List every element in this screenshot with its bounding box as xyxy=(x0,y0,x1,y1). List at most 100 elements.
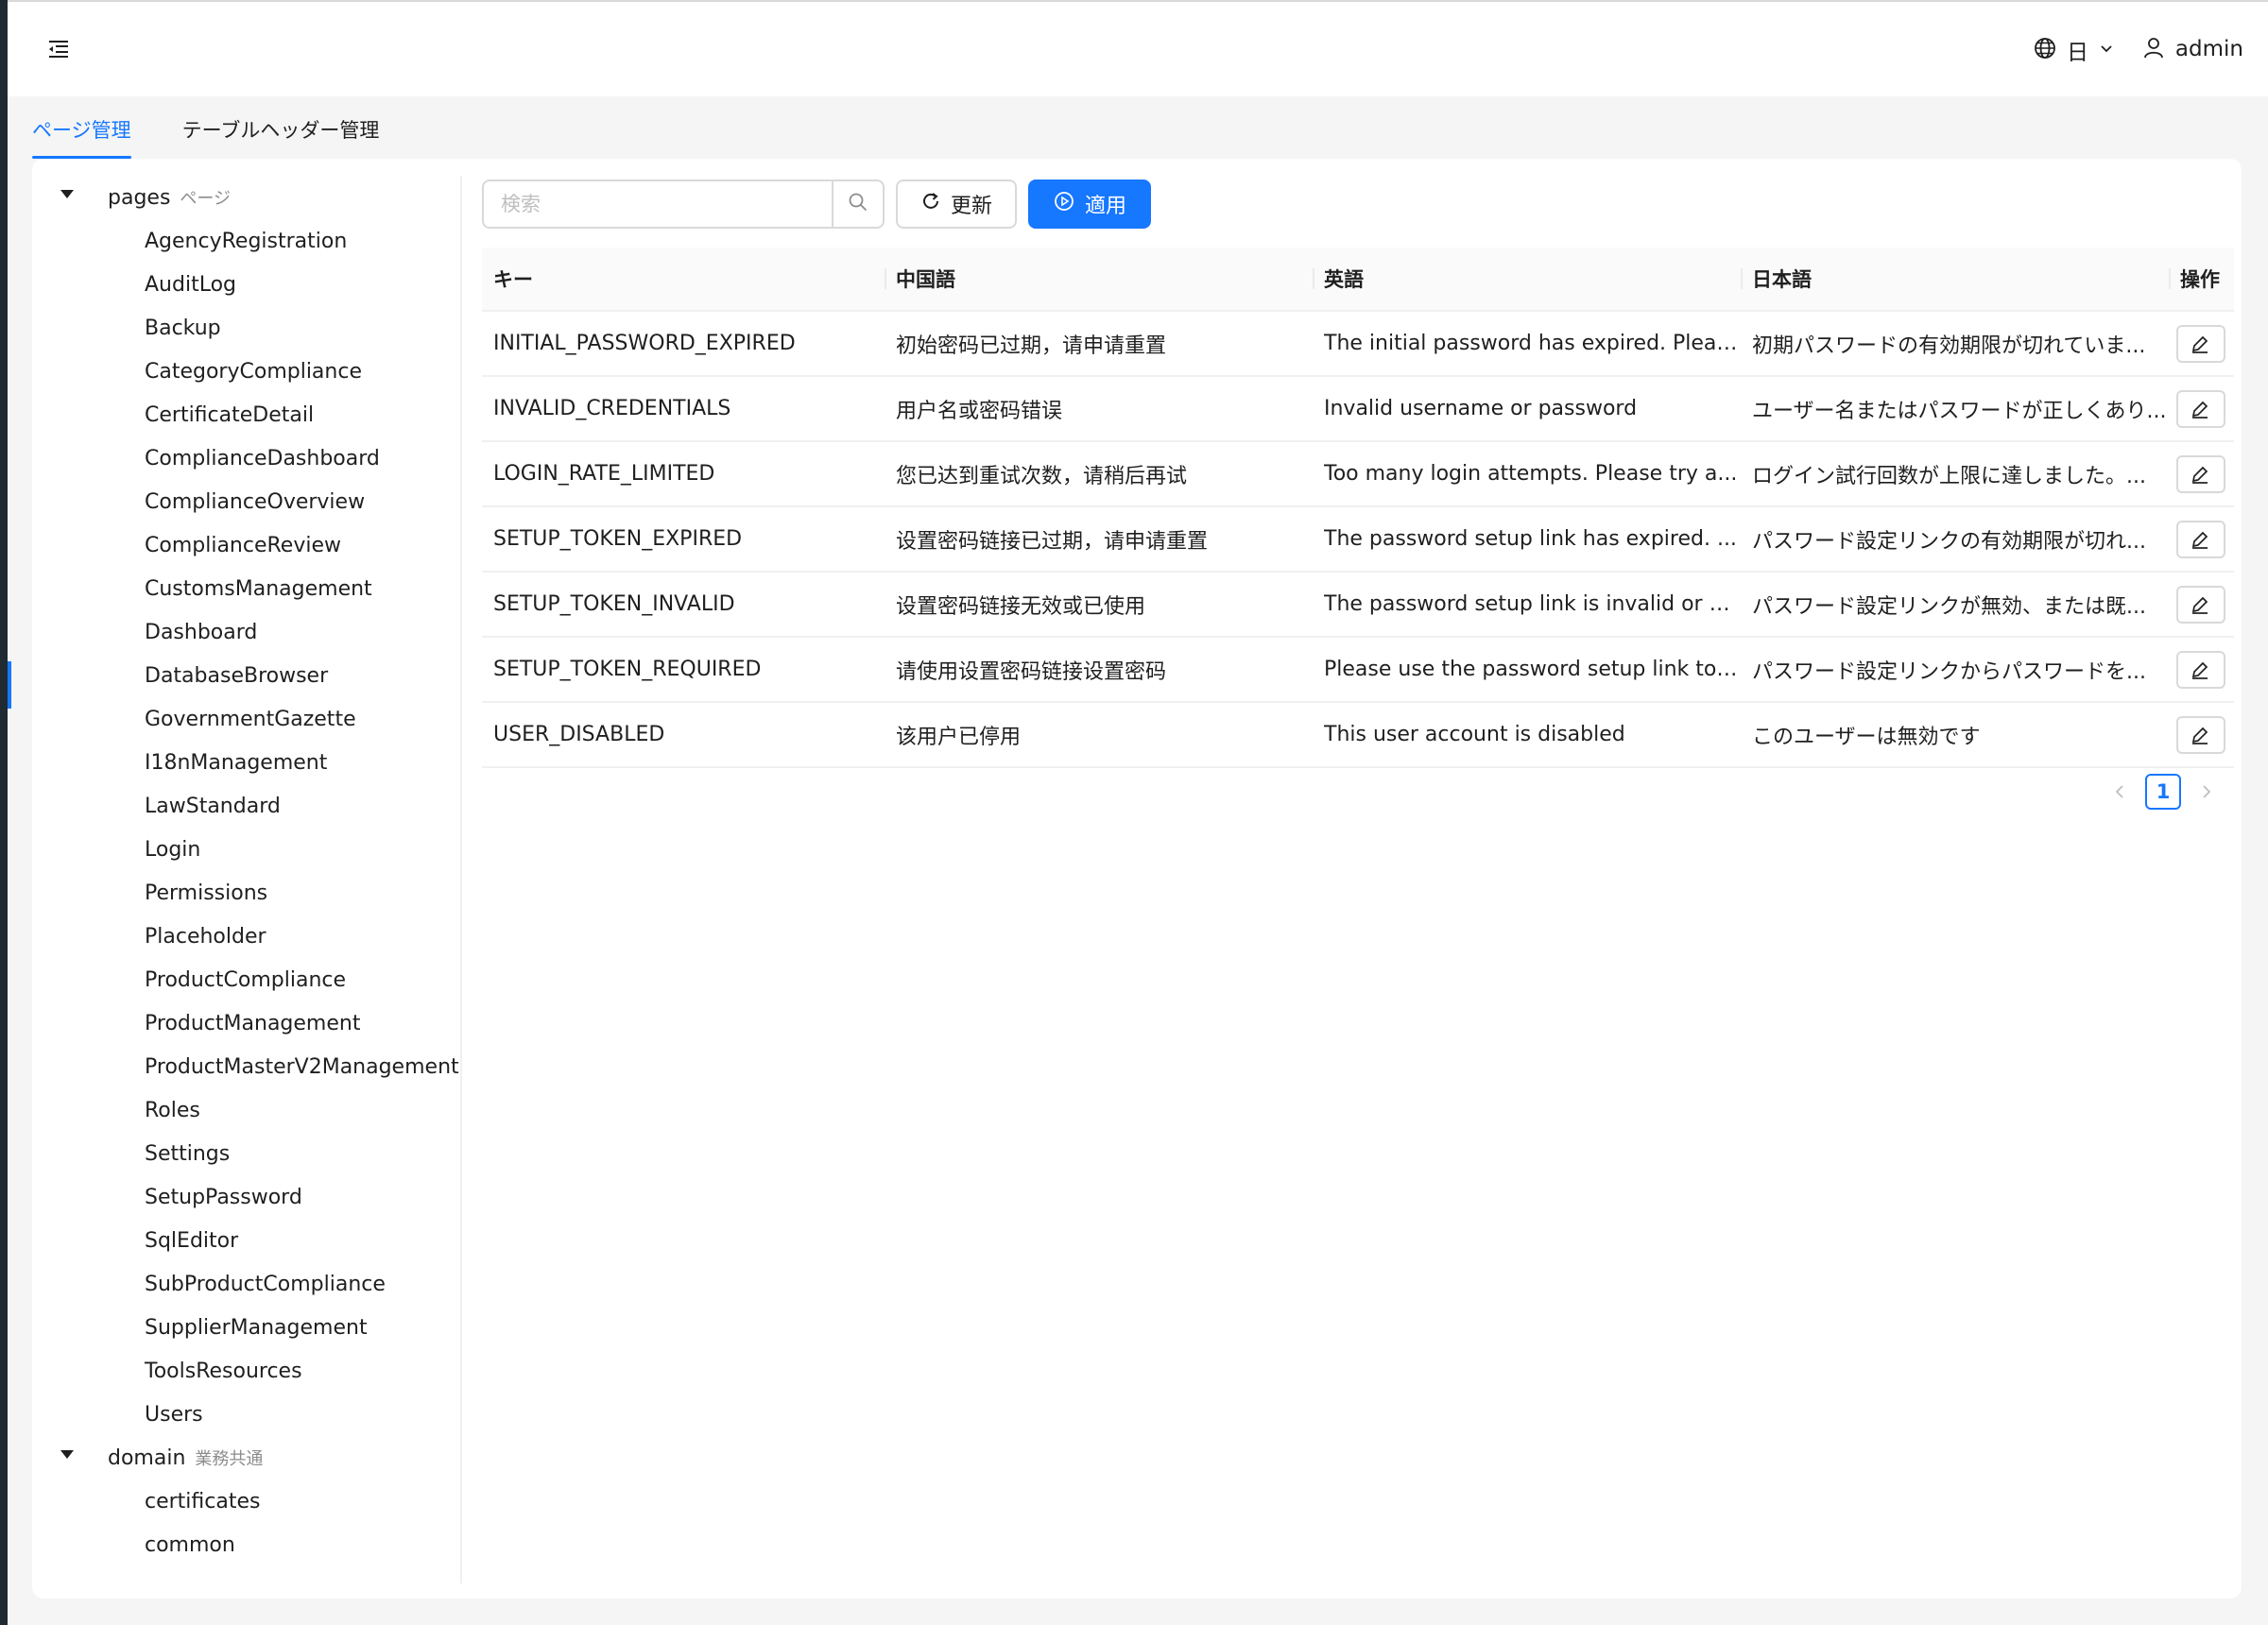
tree-item[interactable]: Users xyxy=(32,1393,460,1436)
actions-cell xyxy=(2169,312,2234,375)
globe-icon xyxy=(2033,36,2057,64)
edit-button[interactable] xyxy=(2176,520,2225,558)
left-accent-bar xyxy=(8,661,11,709)
key-cell: SETUP_TOKEN_REQUIRED xyxy=(482,638,885,701)
tree-item[interactable]: CategoryCompliance xyxy=(32,350,460,393)
language-selector[interactable]: 日 xyxy=(2033,36,2115,65)
table-row[interactable]: SETUP_TOKEN_EXPIRED 设置密码链接已过期，请申请重置 The pa… xyxy=(482,507,2234,573)
japanese-cell-text: パスワード設定リンクからパスワードを... xyxy=(1752,659,2146,684)
tree-item[interactable]: Permissions xyxy=(32,871,460,915)
chinese-cell-text: 初始密码已过期，请申请重置 xyxy=(896,334,1167,358)
tree-item[interactable]: SetupPassword xyxy=(32,1175,460,1219)
tree-item[interactable]: DatabaseBrowser xyxy=(32,654,460,697)
tree-item[interactable]: SubProductCompliance xyxy=(32,1262,460,1306)
next-page-button[interactable] xyxy=(2196,775,2217,809)
search-input[interactable] xyxy=(484,181,832,227)
tree-item[interactable]: ProductMasterV2Management xyxy=(32,1045,460,1088)
tree-node-pages[interactable]: pages ページ xyxy=(32,176,460,219)
tree-node-domain[interactable]: domain 業務共通 xyxy=(32,1436,460,1480)
tree-item[interactable]: AuditLog xyxy=(32,263,460,306)
tree-item[interactable]: I18nManagement xyxy=(32,741,460,784)
table-row[interactable]: LOGIN_RATE_LIMITED 您已达到重试次数，请稍后再试 Too many… xyxy=(482,442,2234,507)
tree-node-label: pages ページ xyxy=(108,185,231,210)
edit-button[interactable] xyxy=(2176,454,2225,493)
japanese-cell: パスワード設定リンクからパスワードを... xyxy=(1741,638,2169,701)
actions-cell xyxy=(2169,573,2234,636)
tree-item-label: Roles xyxy=(145,1098,200,1122)
edit-icon xyxy=(2191,466,2208,484)
chinese-cell-text: 该用户已停用 xyxy=(896,725,1022,749)
chinese-cell: 初始密码已过期，请申请重置 xyxy=(885,312,1313,375)
tree-item-label: I18nManagement xyxy=(145,750,328,775)
tree-item[interactable]: Backup xyxy=(32,306,460,350)
chinese-cell: 请使用设置密码链接设置密码 xyxy=(885,638,1313,701)
key-cell-text: SETUP_TOKEN_INVALID xyxy=(493,592,735,616)
edit-button[interactable] xyxy=(2176,389,2225,428)
tree-item[interactable]: ProductManagement xyxy=(32,1001,460,1045)
chinese-cell: 设置密码链接已过期，请申请重置 xyxy=(885,507,1313,571)
tree-item[interactable]: ComplianceDashboard xyxy=(32,436,460,480)
tree-item[interactable]: Login xyxy=(32,828,460,871)
chevron-down-icon xyxy=(2098,40,2115,60)
tree-item[interactable]: ProductCompliance xyxy=(32,958,460,1001)
english-cell-text: Please use the password setup link to ..… xyxy=(1324,658,1741,681)
tree-item-label: Permissions xyxy=(145,881,268,905)
column-header-english: 英語 xyxy=(1313,248,1741,310)
tree-item[interactable]: GovernmentGazette xyxy=(32,697,460,741)
search-button[interactable] xyxy=(832,181,883,227)
actions-cell xyxy=(2169,442,2234,505)
japanese-cell: 初期パスワードの有効期限が切れていま... xyxy=(1741,312,2169,375)
tree-item[interactable]: Placeholder xyxy=(32,915,460,958)
key-cell: INVALID_CREDENTIALS xyxy=(482,377,885,440)
tree-item[interactable]: CustomsManagement xyxy=(32,567,460,610)
tree-item[interactable]: CertificateDetail xyxy=(32,393,460,436)
tree-item[interactable]: Dashboard xyxy=(32,610,460,654)
column-header-actions: 操作 xyxy=(2169,248,2234,310)
table-row[interactable]: INVALID_CREDENTIALS 用户名或密码错误 Invalid usern… xyxy=(482,377,2234,442)
table-row[interactable]: SETUP_TOKEN_INVALID 设置密码链接无效或已使用 The passw… xyxy=(482,573,2234,638)
table-header: キー 中国語 英語 日本語 操作 xyxy=(482,248,2234,312)
tree-item[interactable]: SqlEditor xyxy=(32,1219,460,1262)
edit-button[interactable] xyxy=(2176,585,2225,624)
key-cell-text: INVALID_CREDENTIALS xyxy=(493,397,731,420)
english-cell: Invalid username or password xyxy=(1313,377,1741,440)
user-menu[interactable]: admin xyxy=(2141,34,2243,64)
japanese-cell-text: 初期パスワードの有効期限が切れていま... xyxy=(1752,334,2146,358)
tree-item[interactable]: ComplianceReview xyxy=(32,523,460,567)
chevron-right-icon xyxy=(2203,785,2211,798)
edit-button[interactable] xyxy=(2176,650,2225,689)
tree-item[interactable]: ComplianceOverview xyxy=(32,480,460,523)
tree-item[interactable]: SupplierManagement xyxy=(32,1306,460,1349)
tree-item[interactable]: certificates xyxy=(32,1480,460,1523)
chinese-cell: 用户名或密码错误 xyxy=(885,377,1313,440)
tree-node-subtitle: ページ xyxy=(180,189,232,209)
japanese-cell: パスワード設定リンクの有効期限が切れ... xyxy=(1741,507,2169,571)
chinese-cell: 设置密码链接无效或已使用 xyxy=(885,573,1313,636)
edit-button[interactable] xyxy=(2176,715,2225,754)
chinese-cell-text: 用户名或密码错误 xyxy=(896,399,1063,423)
english-cell-text: Too many login attempts. Please try a... xyxy=(1324,462,1738,486)
tree-item[interactable]: Roles xyxy=(32,1088,460,1132)
page-number-button[interactable]: 1 xyxy=(2145,774,2181,810)
tree-item[interactable]: ToolsResources xyxy=(32,1349,460,1393)
tab-table-header-management[interactable]: テーブルヘッダー管理 xyxy=(182,111,380,159)
japanese-cell-text: ログイン試行回数が上限に達しました。... xyxy=(1752,464,2146,488)
language-label: 日 xyxy=(2067,41,2088,65)
english-cell: Please use the password setup link to ..… xyxy=(1313,638,1741,701)
menu-toggle-icon[interactable] xyxy=(45,38,72,60)
prev-page-button[interactable] xyxy=(2109,775,2130,809)
refresh-button[interactable]: 更新 xyxy=(896,180,1018,229)
tree-item[interactable]: common xyxy=(32,1523,460,1566)
table-row[interactable]: INITIAL_PASSWORD_EXPIRED 初始密码已过期，请申请重置 The… xyxy=(482,312,2234,377)
tree-item[interactable]: AgencyRegistration xyxy=(32,219,460,263)
edit-button[interactable] xyxy=(2176,324,2225,363)
table-row[interactable]: SETUP_TOKEN_REQUIRED 请使用设置密码链接设置密码 Please … xyxy=(482,638,2234,703)
apply-button[interactable]: 適用 xyxy=(1028,180,1152,229)
tree-item[interactable]: Settings xyxy=(32,1132,460,1175)
key-cell: SETUP_TOKEN_INVALID xyxy=(482,573,885,636)
tab-page-management[interactable]: ページ管理 xyxy=(32,111,131,159)
english-cell: The password setup link is invalid or h.… xyxy=(1313,573,1741,636)
table-row[interactable]: USER_DISABLED 该用户已停用 This user account is … xyxy=(482,703,2234,768)
tree-item[interactable]: LawStandard xyxy=(32,784,460,828)
edit-icon xyxy=(2191,401,2208,419)
